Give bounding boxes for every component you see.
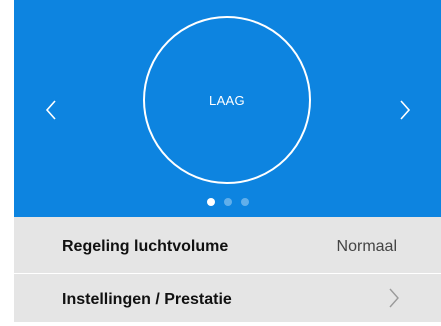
airflow-control-value: Normaal — [336, 238, 397, 255]
page-dot[interactable] — [223, 198, 232, 206]
page-dot-active[interactable] — [206, 198, 215, 206]
airflow-control-label: Regeling luchtvolume — [62, 238, 229, 255]
settings-row-performance[interactable]: Instellingen / Prestatie — [14, 273, 441, 326]
settings-list: Regeling luchtvolume Normaal Instellinge… — [14, 217, 441, 322]
settings-row-airflow-control[interactable]: Regeling luchtvolume Normaal — [14, 221, 441, 273]
performance-settings-label: Instellingen / Prestatie — [62, 291, 232, 308]
page-dot[interactable] — [240, 198, 249, 206]
chevron-right-icon — [400, 100, 411, 120]
next-level-button[interactable] — [395, 95, 415, 125]
device-screen: LAAG Regeling luchtvolume Normaal Instel… — [14, 0, 441, 322]
chevron-right-icon — [389, 288, 399, 308]
fan-level-carousel[interactable]: LAAG — [14, 0, 441, 217]
chevron-left-icon — [45, 100, 56, 120]
fan-level-circle[interactable]: LAAG — [143, 16, 311, 184]
page-indicator — [14, 198, 441, 206]
previous-level-button[interactable] — [41, 95, 61, 125]
fan-level-label: LAAG — [209, 92, 245, 108]
